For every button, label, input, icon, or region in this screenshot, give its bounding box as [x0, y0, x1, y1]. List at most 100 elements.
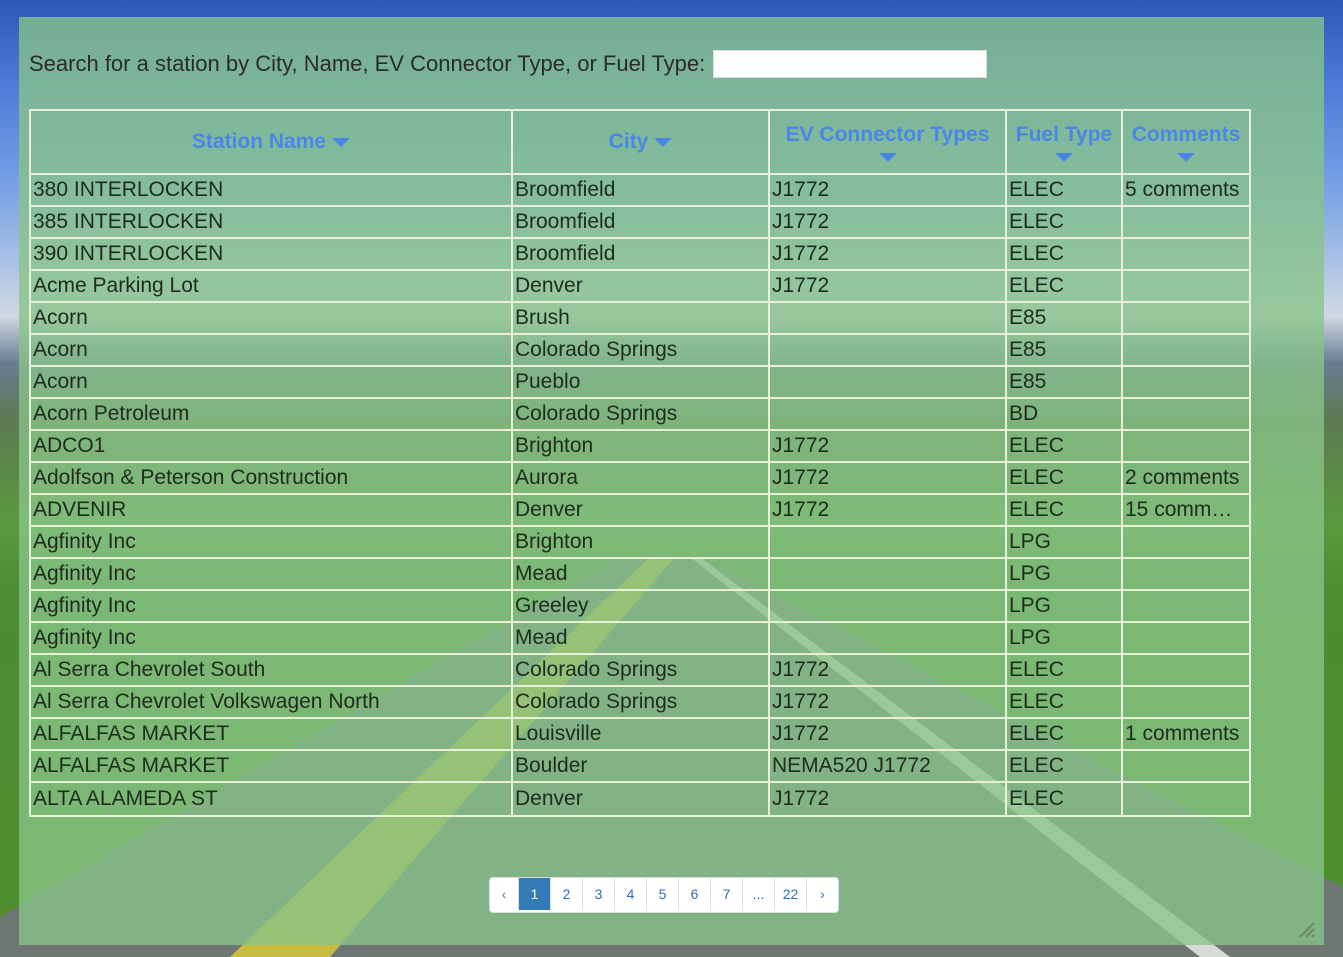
table-row[interactable]: Agfinity Inc Greeley LPG: [31, 591, 1249, 623]
city-cell: Colorado Springs: [513, 335, 770, 367]
header-fuel-type[interactable]: Fuel Type: [1007, 111, 1123, 175]
page-button-7[interactable]: 7: [710, 878, 742, 910]
table-row[interactable]: Al Serra Chevrolet Volkswagen North Color…: [31, 687, 1249, 719]
ev-connector-cell: [770, 399, 1007, 431]
fuel-type-cell: E85: [1007, 335, 1123, 367]
table-row[interactable]: 390 INTERLOCKEN Broomfield J1772 ELEC: [31, 239, 1249, 271]
comments-cell[interactable]: 1 comments: [1123, 719, 1249, 751]
header-comments[interactable]: Comments: [1123, 111, 1249, 175]
fuel-type-cell: ELEC: [1007, 495, 1123, 527]
station-name-cell: Acorn Petroleum: [31, 399, 513, 431]
station-name-cell: Adolfson & Peterson Construction: [31, 463, 513, 495]
comments-cell: [1123, 367, 1249, 399]
ev-connector-cell: [770, 367, 1007, 399]
station-name-cell: ALTA ALAMEDA ST: [31, 783, 513, 815]
table-row[interactable]: Adolfson & Peterson Construction Aurora J1…: [31, 463, 1249, 495]
table-row[interactable]: Agfinity Inc Mead LPG: [31, 559, 1249, 591]
stations-table: Station Name City EV Connector Types Fue…: [29, 109, 1251, 817]
table-row[interactable]: ALTA ALAMEDA ST Denver J1772 ELEC: [31, 783, 1249, 815]
header-city[interactable]: City: [513, 111, 770, 175]
fuel-type-cell: LPG: [1007, 559, 1123, 591]
fuel-type-cell: ELEC: [1007, 783, 1123, 815]
ev-connector-cell: J1772: [770, 463, 1007, 495]
city-cell: Aurora: [513, 463, 770, 495]
station-name-cell: 380 INTERLOCKEN: [31, 175, 513, 207]
station-name-cell: Al Serra Chevrolet Volkswagen North: [31, 687, 513, 719]
table-row[interactable]: Agfinity Inc Brighton LPG: [31, 527, 1249, 559]
station-name-cell: Acme Parking Lot: [31, 271, 513, 303]
table-row[interactable]: ALFALFAS MARKET Boulder NEMA520 J1772 ELEC: [31, 751, 1249, 783]
fuel-type-cell: ELEC: [1007, 463, 1123, 495]
ev-connector-cell: J1772: [770, 719, 1007, 751]
comments-cell[interactable]: 5 comments: [1123, 175, 1249, 207]
page-button-6[interactable]: 6: [678, 878, 710, 910]
table-row[interactable]: ADVENIR Denver J1772 ELEC 15 comm…: [31, 495, 1249, 527]
table-row[interactable]: Agfinity Inc Mead LPG: [31, 623, 1249, 655]
city-cell: Denver: [513, 783, 770, 815]
table-row[interactable]: 385 INTERLOCKEN Broomfield J1772 ELEC: [31, 207, 1249, 239]
table-row[interactable]: ADCO1 Brighton J1772 ELEC: [31, 431, 1249, 463]
caret-down-icon: [1177, 152, 1195, 162]
page-button-2[interactable]: 2: [550, 878, 582, 910]
city-cell: Colorado Springs: [513, 687, 770, 719]
page-button-1[interactable]: 1: [518, 878, 550, 910]
station-name-cell: ALFALFAS MARKET: [31, 719, 513, 751]
station-name-cell: Agfinity Inc: [31, 527, 513, 559]
ev-connector-cell: J1772: [770, 655, 1007, 687]
table-row[interactable]: Acorn Brush E85: [31, 303, 1249, 335]
fuel-type-cell: E85: [1007, 367, 1123, 399]
fuel-type-cell: ELEC: [1007, 719, 1123, 751]
table-row[interactable]: 380 INTERLOCKEN Broomfield J1772 ELEC 5 comm…: [31, 175, 1249, 207]
page-button-5[interactable]: 5: [646, 878, 678, 910]
page-button-3[interactable]: 3: [582, 878, 614, 910]
ev-connector-cell: [770, 623, 1007, 655]
station-name-cell: Acorn: [31, 335, 513, 367]
city-cell: Denver: [513, 271, 770, 303]
header-station-name[interactable]: Station Name: [31, 111, 513, 175]
station-panel: Search for a station by City, Name, EV C…: [19, 17, 1324, 945]
ev-connector-cell: [770, 559, 1007, 591]
page-button-4[interactable]: 4: [614, 878, 646, 910]
search-input[interactable]: [713, 50, 988, 78]
ev-connector-cell: J1772: [770, 431, 1007, 463]
ev-connector-cell: [770, 303, 1007, 335]
prev-page-button[interactable]: ‹: [490, 878, 518, 910]
fuel-type-cell: BD: [1007, 399, 1123, 431]
search-row: Search for a station by City, Name, EV C…: [29, 48, 988, 80]
station-name-cell: Agfinity Inc: [31, 559, 513, 591]
comments-cell[interactable]: 15 comm…: [1123, 495, 1249, 527]
fuel-type-cell: ELEC: [1007, 431, 1123, 463]
comments-cell: [1123, 751, 1249, 783]
comments-cell: [1123, 559, 1249, 591]
ev-connector-cell: J1772: [770, 271, 1007, 303]
page-ellipsis: ...: [742, 878, 774, 910]
page-button-22[interactable]: 22: [774, 878, 806, 910]
resize-handle-icon[interactable]: [1296, 919, 1318, 941]
table-row[interactable]: Acorn Colorado Springs E85: [31, 335, 1249, 367]
header-ev-connector-types[interactable]: EV Connector Types: [770, 111, 1007, 175]
table-row[interactable]: ALFALFAS MARKET Louisville J1772 ELEC 1 comm…: [31, 719, 1249, 751]
station-name-cell: Acorn: [31, 303, 513, 335]
city-cell: Broomfield: [513, 175, 770, 207]
comments-cell: [1123, 623, 1249, 655]
station-name-cell: Acorn: [31, 367, 513, 399]
table-row[interactable]: Acorn Petroleum Colorado Springs BD: [31, 399, 1249, 431]
next-page-button[interactable]: ›: [806, 878, 838, 910]
table-row[interactable]: Al Serra Chevrolet South Colorado Springs…: [31, 655, 1249, 687]
ev-connector-cell: J1772: [770, 207, 1007, 239]
city-cell: Colorado Springs: [513, 655, 770, 687]
fuel-type-cell: LPG: [1007, 623, 1123, 655]
city-cell: Greeley: [513, 591, 770, 623]
fuel-type-cell: ELEC: [1007, 207, 1123, 239]
table-row[interactable]: Acorn Pueblo E85: [31, 367, 1249, 399]
city-cell: Brush: [513, 303, 770, 335]
comments-cell[interactable]: 2 comments: [1123, 463, 1249, 495]
fuel-type-cell: LPG: [1007, 591, 1123, 623]
city-cell: Boulder: [513, 751, 770, 783]
table-row[interactable]: Acme Parking Lot Denver J1772 ELEC: [31, 271, 1249, 303]
station-name-cell: Agfinity Inc: [31, 623, 513, 655]
city-cell: Denver: [513, 495, 770, 527]
fuel-type-cell: ELEC: [1007, 271, 1123, 303]
comments-cell: [1123, 591, 1249, 623]
caret-down-icon: [878, 152, 897, 162]
